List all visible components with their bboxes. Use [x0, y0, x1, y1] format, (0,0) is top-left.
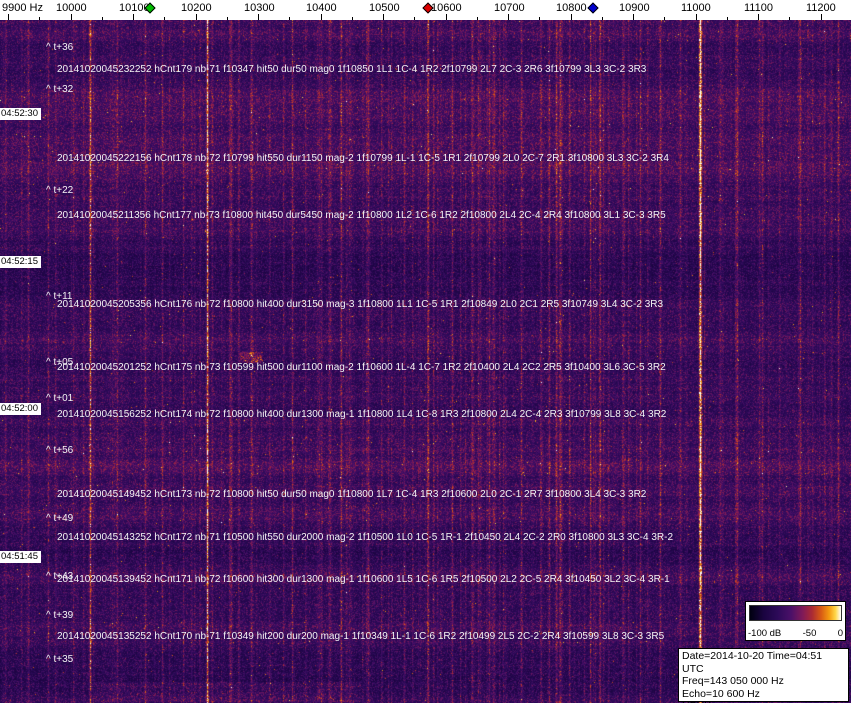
db-color-scale: -100 dB -50 0: [745, 601, 846, 641]
freq-axis-tick: [414, 17, 415, 20]
event-time-marker: ^ t+05: [46, 357, 74, 368]
freq-axis-tick: [789, 17, 790, 20]
freq-axis-label: 10300: [244, 2, 275, 14]
time-axis-label: 04:52:00: [0, 403, 41, 415]
detection-log-entry: 20141020045156252 hCnt174 nb-72 f10800 h…: [57, 409, 667, 420]
freq-axis-label: 10600: [431, 2, 462, 14]
detection-log-entry: 20141020045143252 hCnt172 nb-71 f10500 h…: [57, 532, 674, 543]
freq-axis-tick: [602, 17, 603, 20]
event-time-marker: ^ t+35: [46, 654, 74, 665]
freq-axis-tick: [227, 17, 228, 20]
db-gradient-bar: [749, 605, 842, 621]
freq-axis-tick: [8, 14, 9, 20]
event-time-marker: ^ t+32: [46, 84, 74, 95]
time-axis-label: 04:52:30: [0, 108, 41, 120]
freq-axis-label: 11100: [744, 2, 773, 14]
detection-log-entry: 20141020045201252 hCnt175 nb-73 f10599 h…: [57, 362, 666, 373]
frequency-axis: 9900 Hz 10000 10100 10200 10300 10400 10500 106…: [0, 0, 851, 20]
event-time-marker: ^ t+36: [46, 42, 74, 53]
freq-axis-label: 10200: [181, 2, 212, 14]
event-time-marker: ^ t+49: [46, 513, 74, 524]
freq-axis-tick: [539, 17, 540, 20]
freq-axis-tick: [352, 17, 353, 20]
detection-log-entry: 20141020045149452 hCnt173 nb-72 f10800 h…: [57, 489, 647, 500]
freq-axis-tick: [633, 14, 634, 20]
freq-axis-tick: [446, 14, 447, 20]
info-line: Date=2014-10-20 Time=04:51 UTC: [682, 650, 823, 675]
freq-axis-tick: [821, 14, 822, 20]
freq-axis-label: 10700: [494, 2, 525, 14]
time-axis-label: 04:51:45: [0, 551, 41, 563]
detection-log-entry: 20141020045135252 hCnt170 nb-71 f10349 h…: [57, 631, 665, 642]
detection-log-entry: 20141020045211356 hCnt177 nb-73 f10800 h…: [57, 210, 666, 221]
freq-axis-tick: [508, 14, 509, 20]
db-max-label: 0: [837, 628, 843, 639]
event-time-marker: ^ t+01: [46, 393, 74, 404]
freq-axis-tick: [289, 17, 290, 20]
event-time-marker: ^ t+11: [46, 291, 73, 302]
time-axis-label: 04:52:15: [0, 256, 41, 268]
status-info-box: Date=2014-10-20 Time=04:51 UTC Freq=143 0…: [678, 648, 849, 703]
blue-diamond-marker: [587, 2, 599, 14]
freq-axis-tick: [39, 17, 40, 20]
freq-axis-tick: [383, 14, 384, 20]
db-scale-labels: -100 dB -50 0: [746, 628, 845, 639]
freq-axis-tick: [133, 14, 134, 20]
freq-axis-label: 10500: [369, 2, 400, 14]
db-mid-label: -50: [802, 628, 817, 639]
event-time-marker: ^ t+56: [46, 445, 74, 456]
freq-axis-label: 10800: [556, 2, 587, 14]
freq-axis-tick: [164, 17, 165, 20]
freq-axis-tick: [727, 17, 728, 20]
db-min-label: -100 dB: [748, 628, 782, 639]
detection-log-entry: 20141020045222156 hCnt178 nb-72 f10799 h…: [57, 153, 669, 164]
event-time-marker: ^ t+22: [46, 185, 74, 196]
freq-axis-label: 11000: [681, 2, 711, 14]
event-time-marker: ^ t+39: [46, 610, 74, 621]
freq-axis-label: 10900: [619, 2, 650, 14]
info-line: Echo=10 600 Hz: [682, 687, 760, 700]
detection-log-entry: 20141020045232252 hCnt179 nb-71 f10347 h…: [57, 64, 647, 75]
freq-axis-label: 11200: [806, 2, 836, 14]
freq-axis-label: 9900 Hz: [2, 2, 43, 14]
freq-axis-tick: [571, 14, 572, 20]
freq-axis-label: 10000: [56, 2, 87, 14]
detection-log-entry: 20141020045205356 hCnt176 nb-72 f10800 h…: [57, 299, 664, 310]
event-time-marker: ^ t+43: [46, 571, 74, 582]
detection-log-entry: 20141020045139452 hCnt171 nb-72 f10600 h…: [57, 574, 670, 585]
freq-axis-tick: [696, 14, 697, 20]
freq-axis-tick: [477, 17, 478, 20]
info-line: Freq=143 050 000 Hz: [682, 675, 784, 687]
freq-axis-tick: [321, 14, 322, 20]
meteor-spectrogram-screen: 9900 Hz 10000 10100 10200 10300 10400 10500 106…: [0, 0, 851, 703]
freq-axis-tick: [196, 14, 197, 20]
freq-axis-tick: [758, 14, 759, 20]
freq-axis-tick: [664, 17, 665, 20]
freq-axis-label: 10400: [306, 2, 337, 14]
freq-axis-tick: [102, 17, 103, 20]
freq-axis-tick: [71, 14, 72, 20]
freq-axis-tick: [258, 14, 259, 20]
